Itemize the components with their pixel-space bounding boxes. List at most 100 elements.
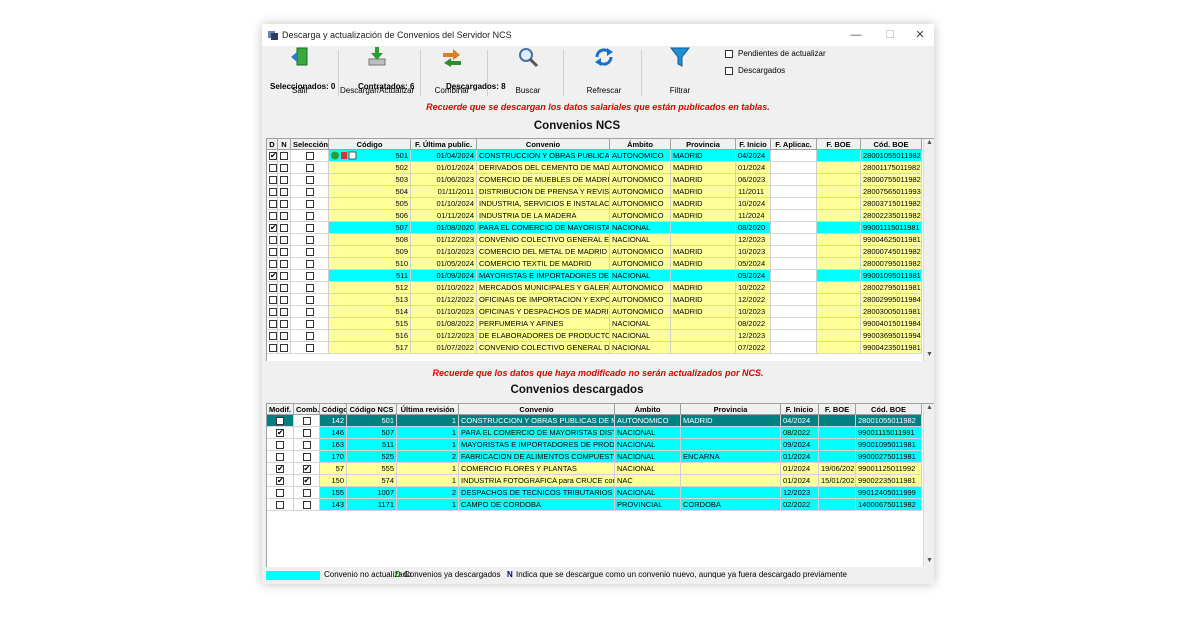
new-checkbox[interactable] [280,164,288,173]
selection-checkbox[interactable] [305,188,314,197]
new-checkbox[interactable] [280,176,288,185]
new-checkbox[interactable] [280,284,288,293]
selection-checkbox[interactable] [305,332,314,341]
downloaded-checkbox[interactable] [269,212,277,221]
column-header[interactable]: Ámbito [615,404,681,415]
pending-update-option[interactable]: Pendientes de actualizar [725,49,826,58]
new-checkbox[interactable] [280,224,288,233]
close-button[interactable]: ✕ [910,27,930,43]
selection-checkbox[interactable] [305,272,314,281]
selection-checkbox[interactable] [305,164,314,173]
search-button[interactable]: Buscar [498,46,558,98]
selection-checkbox[interactable] [305,320,314,329]
aplicacion-cell[interactable] [771,234,817,246]
aplicacion-cell[interactable] [771,198,817,210]
column-header[interactable]: Provincia [671,139,736,150]
downloaded-checkbox[interactable] [269,151,277,161]
downloaded-option[interactable]: Descargados [725,66,785,75]
combine-checkbox[interactable] [302,441,311,450]
scroll-up-icon[interactable]: ▲ [924,139,934,146]
downloaded-checkbox[interactable] [269,200,277,209]
aplicacion-cell[interactable] [771,174,817,186]
column-header[interactable]: D [267,139,278,150]
modified-checkbox[interactable] [276,441,284,450]
selection-checkbox[interactable] [305,200,314,209]
column-header[interactable]: N [278,139,291,150]
pending-update-checkbox[interactable] [725,49,733,58]
selection-checkbox[interactable] [305,224,314,233]
new-checkbox[interactable] [280,308,288,317]
downloaded-checkbox[interactable] [269,271,277,281]
column-header[interactable]: F. Inicio [736,139,771,150]
modified-checkbox[interactable] [276,417,284,426]
column-header[interactable]: F. Última public. [411,139,477,150]
aplicacion-cell[interactable] [771,258,817,270]
aplicacion-cell[interactable] [771,330,817,342]
new-checkbox[interactable] [280,344,288,353]
modified-checkbox[interactable] [276,428,284,438]
maximize-button[interactable]: ☐ [880,27,900,43]
column-header[interactable]: Ámbito [610,139,671,150]
minimize-button[interactable]: — [846,27,866,43]
downloaded-checkbox[interactable] [269,223,277,233]
downloaded-checkbox[interactable] [269,284,277,293]
new-checkbox[interactable] [280,152,288,161]
selection-checkbox[interactable] [305,176,314,185]
refresh-button[interactable]: Refrescar [574,46,634,98]
column-header[interactable]: Cód. BOE [856,404,922,415]
new-checkbox[interactable] [280,200,288,209]
scroll-up-icon[interactable]: ▲ [924,404,934,411]
aplicacion-cell[interactable] [771,306,817,318]
aplicacion-cell[interactable] [771,246,817,258]
downloaded-checkbox[interactable] [269,332,277,341]
column-header[interactable]: Convenio [477,139,610,150]
modified-checkbox[interactable] [276,476,284,486]
aplicacion-cell[interactable] [771,318,817,330]
filter-button[interactable]: Filtrar [650,46,710,98]
column-header[interactable]: F. BOE [819,404,856,415]
downloaded-checkbox[interactable] [269,236,277,245]
selection-checkbox[interactable] [305,248,314,257]
column-header[interactable]: Código [320,404,347,415]
modified-checkbox[interactable] [276,489,284,498]
downloaded-checkbox[interactable] [269,320,277,329]
column-header[interactable]: F. Aplicac. [771,139,817,150]
selection-checkbox[interactable] [305,236,314,245]
downloaded-checkbox[interactable] [269,260,277,269]
column-header[interactable]: Comb. [294,404,320,415]
combine-checkbox[interactable] [302,476,311,486]
new-checkbox[interactable] [280,296,288,305]
aplicacion-cell[interactable] [771,294,817,306]
column-header[interactable]: F. Inicio [781,404,819,415]
scroll-down-icon[interactable]: ▼ [924,557,934,564]
downloaded-checkbox[interactable] [725,66,733,75]
new-checkbox[interactable] [280,248,288,257]
new-checkbox[interactable] [280,212,288,221]
column-header[interactable]: Provincia [681,404,781,415]
modified-checkbox[interactable] [276,464,284,474]
ncs-scrollbar[interactable]: ▲ ▼ [923,139,934,361]
scroll-down-icon[interactable]: ▼ [924,351,934,358]
selection-checkbox[interactable] [305,308,314,317]
selection-checkbox[interactable] [305,344,314,353]
downloaded-scrollbar[interactable]: ▲ ▼ [923,404,934,567]
aplicacion-cell[interactable] [771,162,817,174]
column-header[interactable]: Cód. BOE [861,139,922,150]
new-checkbox[interactable] [280,272,288,281]
downloaded-checkbox[interactable] [269,164,277,173]
selection-checkbox[interactable] [305,296,314,305]
selection-checkbox[interactable] [305,284,314,293]
modified-checkbox[interactable] [276,453,284,462]
column-header[interactable]: Convenio [459,404,615,415]
combine-checkbox[interactable] [302,453,311,462]
combine-checkbox[interactable] [302,429,311,438]
combine-checkbox[interactable] [302,464,311,474]
combine-checkbox[interactable] [302,417,311,426]
column-header[interactable]: Código [329,139,411,150]
combine-checkbox[interactable] [302,501,311,510]
combine-checkbox[interactable] [302,489,311,498]
new-checkbox[interactable] [280,260,288,269]
selection-checkbox[interactable] [305,260,314,269]
aplicacion-cell[interactable] [771,342,817,354]
column-header[interactable]: F. BOE [817,139,861,150]
